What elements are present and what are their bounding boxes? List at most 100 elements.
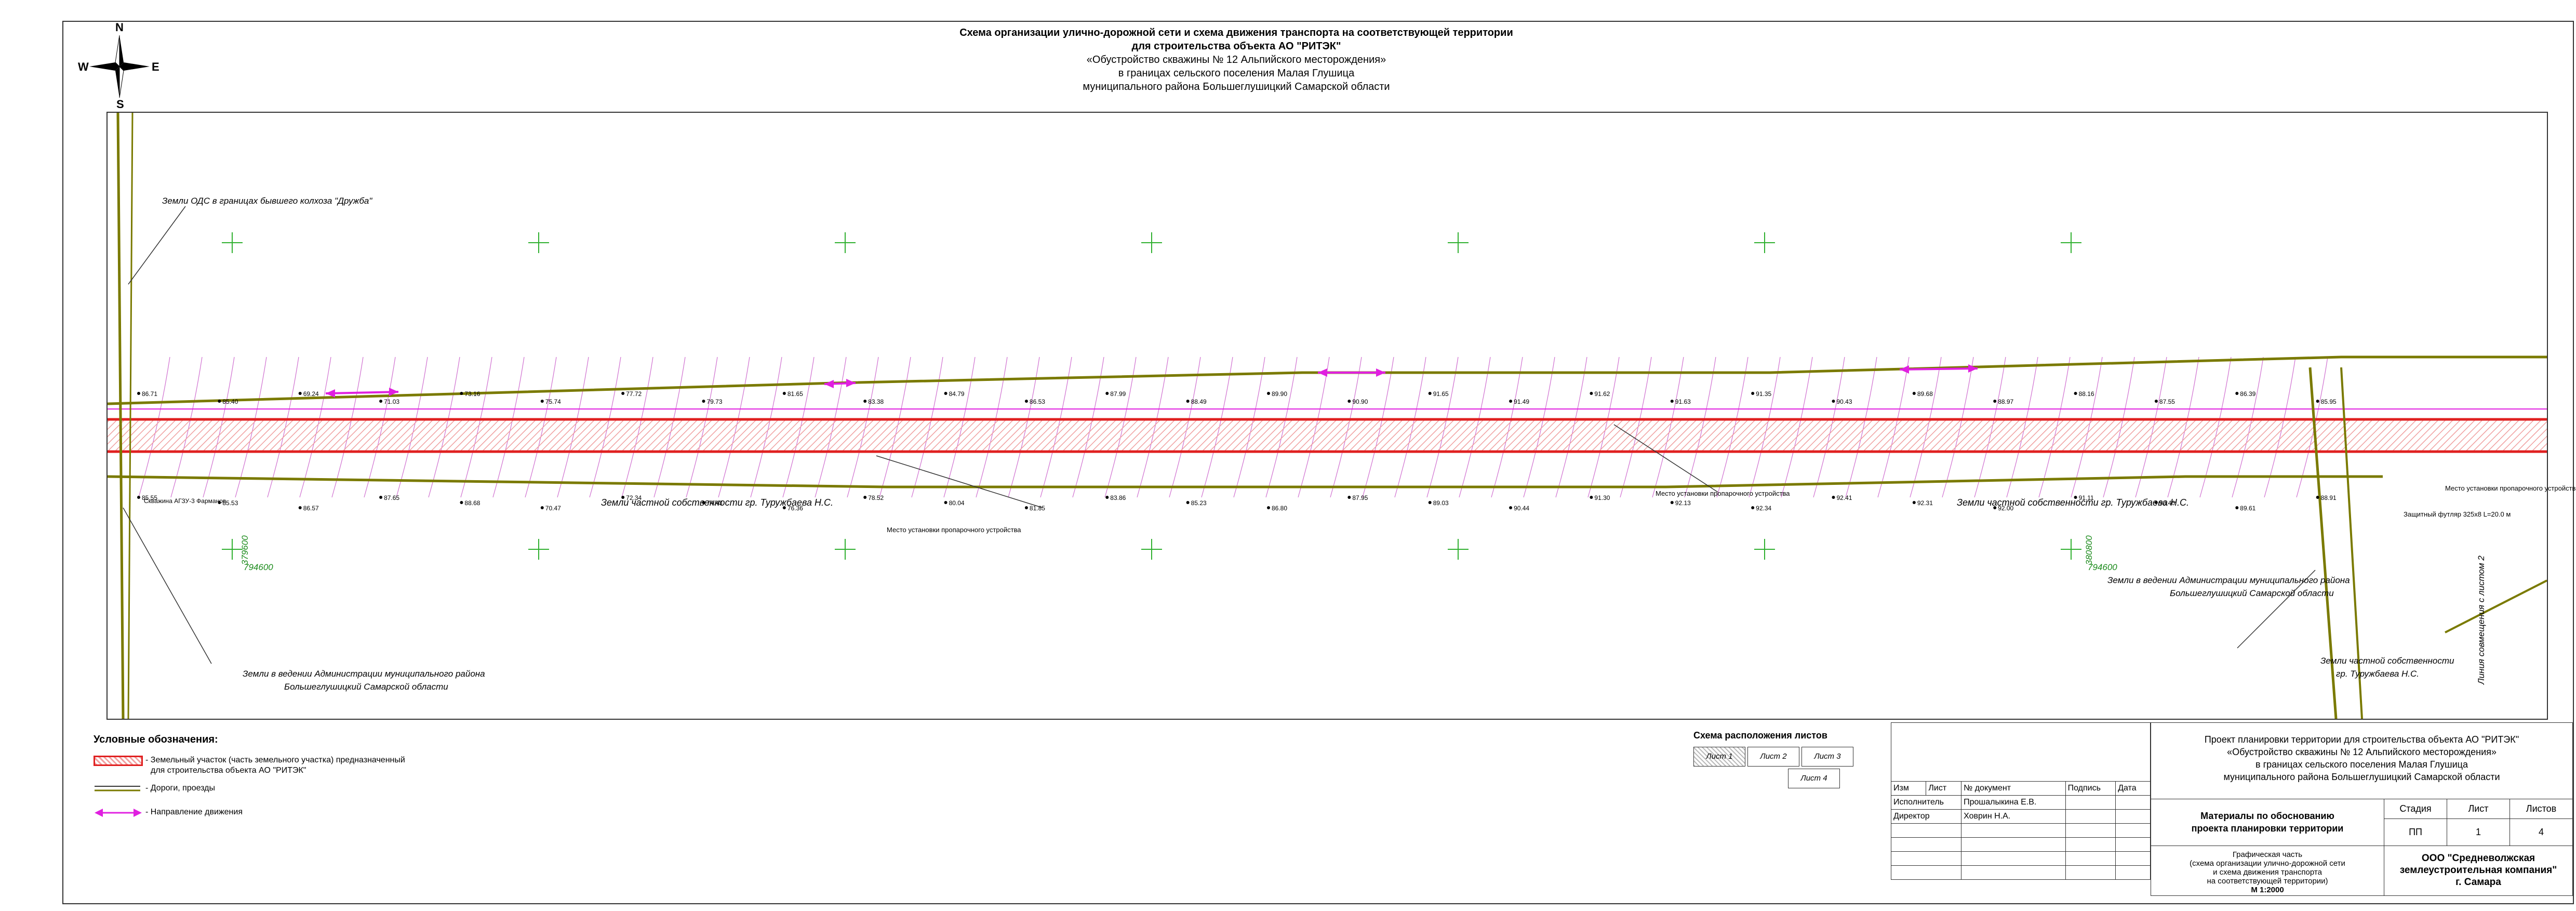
elevation-label: 89.90 xyxy=(1272,390,1287,398)
elevation-label: 87.99 xyxy=(1110,390,1126,398)
stamp-sheet-value: 1 xyxy=(2447,819,2510,846)
stamp-graphic-block: Графическая часть (схема организации ули… xyxy=(2151,846,2384,896)
coord-y1: 794600 xyxy=(244,562,273,572)
stamp-company-block: ООО "Средневолжская землеустроительная к… xyxy=(2384,846,2573,896)
elevation-point xyxy=(540,506,544,509)
stamp-name-1: Прошалыкина Е.В. xyxy=(1961,795,2066,810)
elevation-point xyxy=(1428,392,1432,395)
elevation-label: 81.85 xyxy=(1030,505,1045,512)
map-canvas: 85.5585.5386.5787.6588.6870.4772.3474.43… xyxy=(108,113,2547,719)
title-block-signatures: Изм Лист № документ Подпись Дата Исполни… xyxy=(1890,722,2151,880)
elevation-label: 89.68 xyxy=(1917,390,1933,398)
elevation-point xyxy=(137,392,140,395)
elevation-label: 92.13 xyxy=(1675,499,1691,507)
elevation-label: 92.34 xyxy=(1756,505,1771,512)
legend-direction-label: - Направление движения xyxy=(145,808,243,816)
label-admin-lands-right-2: Большеглушицкий Самарской области xyxy=(2170,588,2334,598)
label-private-lands-1: Земли частной собственности гр. Туружбае… xyxy=(601,497,834,508)
map-subtitle-3: муниципального района Большеглушицкий Са… xyxy=(1083,81,1390,93)
map-subtitle-1: «Обустройство скважины № 12 Альпийского … xyxy=(1086,54,1386,65)
stamp-sheet-label: Лист xyxy=(2447,799,2510,819)
elevation-point xyxy=(1105,496,1109,499)
direction-arrow xyxy=(325,391,399,394)
direction-arrow-head xyxy=(1376,368,1385,377)
stamp-stage-block: Стадия Лист Листов ПП 1 4 xyxy=(2384,799,2573,846)
stamp-col-doc: № документ xyxy=(1961,781,2066,796)
elevation-label: 86.39 xyxy=(2240,390,2255,398)
stamp-graphic-line-4: на соответствующей территории) xyxy=(2207,877,2328,886)
elevation-point xyxy=(944,392,947,395)
direction-arrow xyxy=(1899,367,1978,371)
coord-x1: 379600 xyxy=(240,535,250,565)
elevation-point xyxy=(1267,392,1270,395)
title-block: Изм Лист № документ Подпись Дата Исполни… xyxy=(1890,722,2574,904)
elevation-point xyxy=(2074,392,2077,395)
label-protect-case: Защитный футляр 325х8 L=20.0 м xyxy=(2404,510,2511,518)
elevation-point xyxy=(2154,400,2158,403)
elevation-label: 91.63 xyxy=(1675,398,1691,405)
elevation-label: 86.53 xyxy=(1030,398,1045,405)
stamp-role-2: Директор xyxy=(1890,809,1962,824)
map-title: Схема организации улично-дорожной сети и… xyxy=(959,27,1513,38)
leader-line xyxy=(123,507,212,664)
elevation-point xyxy=(702,400,705,403)
legend-parcel-swatch xyxy=(94,756,143,766)
elevation-label: 85.23 xyxy=(1191,499,1207,507)
stamp-name-2: Ховрин Н.А. xyxy=(1961,809,2066,824)
parcel-hatch xyxy=(108,419,2547,452)
road-west-2 xyxy=(127,113,134,719)
stamp-company-line-3: г. Самара xyxy=(2455,877,2501,888)
legend-road-label: - Дороги, проезды xyxy=(145,784,215,793)
stamp-materials-line-2: проекта планировки территории xyxy=(2191,823,2344,834)
elevation-label: 85.95 xyxy=(2321,398,2337,405)
elevation-label: 80.04 xyxy=(949,499,965,507)
stamp-graphic-line-2: (схема организации улично-дорожной сети xyxy=(2190,859,2345,868)
elevation-label: 81.65 xyxy=(788,390,803,398)
legend-parcel-label: - Земельный участок (часть земельного уч… xyxy=(145,756,405,764)
elevation-label: 92.31 xyxy=(1917,499,1933,507)
elevation-point xyxy=(1993,400,1997,403)
elevation-point xyxy=(1751,392,1755,395)
elevation-point xyxy=(379,496,383,499)
stamp-sheets-value: 4 xyxy=(2510,819,2573,846)
elevation-label: 78.52 xyxy=(868,494,884,501)
stamp-project-line-4: муниципального района Большеглушицкий Са… xyxy=(2223,772,2500,782)
label-combine-line: Линия совмещения с листом 2 xyxy=(2476,556,2486,684)
traffic-direction-arrows xyxy=(325,364,1978,398)
sheet-1: Лист 1 xyxy=(1693,747,1745,767)
label-device-place-1: Место установки пропарочного устройства xyxy=(887,526,1021,534)
elevation-point xyxy=(863,496,867,499)
elevation-point xyxy=(1509,506,1513,509)
elevation-point xyxy=(863,400,867,403)
elevation-label: 75.74 xyxy=(545,398,561,405)
elevation-point xyxy=(2316,400,2319,403)
elevation-point xyxy=(1590,496,1593,499)
legend: Условные обозначения: - Земельный участо… xyxy=(94,734,457,838)
stamp-project-line-1: Проект планировки территории для строите… xyxy=(2204,734,2519,745)
label-admin-lands-left: Земли в ведении Администрации муниципаль… xyxy=(243,669,485,679)
elevation-label: 90.44 xyxy=(1514,505,1529,512)
elevation-label: 86.80 xyxy=(1272,505,1287,512)
road-east-3 xyxy=(2445,579,2547,633)
label-device-place-3: Место установки пропарочного устройства xyxy=(2445,484,2576,492)
compass-south: S xyxy=(116,98,124,111)
elevation-label: 88.68 xyxy=(464,499,480,507)
elevation-point xyxy=(1912,501,1916,504)
stamp-role-1: Исполнитель xyxy=(1890,795,1962,810)
label-well: Скважина АГЗУ-3 Фарманов xyxy=(144,497,226,505)
direction-arrow-head xyxy=(824,380,834,388)
elevation-point xyxy=(1590,392,1593,395)
map-title-2: для строительства объекта АО "РИТЭК" xyxy=(1131,41,1341,52)
coordinate-grid xyxy=(222,232,2081,560)
stamp-materials-line-1: Материалы по обоснованию xyxy=(2200,811,2334,821)
elevation-label: 84.79 xyxy=(949,390,965,398)
elevation-label: 83.38 xyxy=(868,398,884,405)
elevation-label: 79.73 xyxy=(707,398,723,405)
elevation-point xyxy=(1509,400,1513,403)
stamp-col-izm: Изм xyxy=(1890,781,1927,796)
elevation-point xyxy=(2235,392,2239,395)
stamp-stage-label: Стадия xyxy=(2384,799,2447,819)
elevation-point xyxy=(1186,400,1190,403)
label-device-place-2: Место установки пропарочного устройства xyxy=(1656,490,1790,497)
elevation-label: 91.62 xyxy=(1594,390,1610,398)
